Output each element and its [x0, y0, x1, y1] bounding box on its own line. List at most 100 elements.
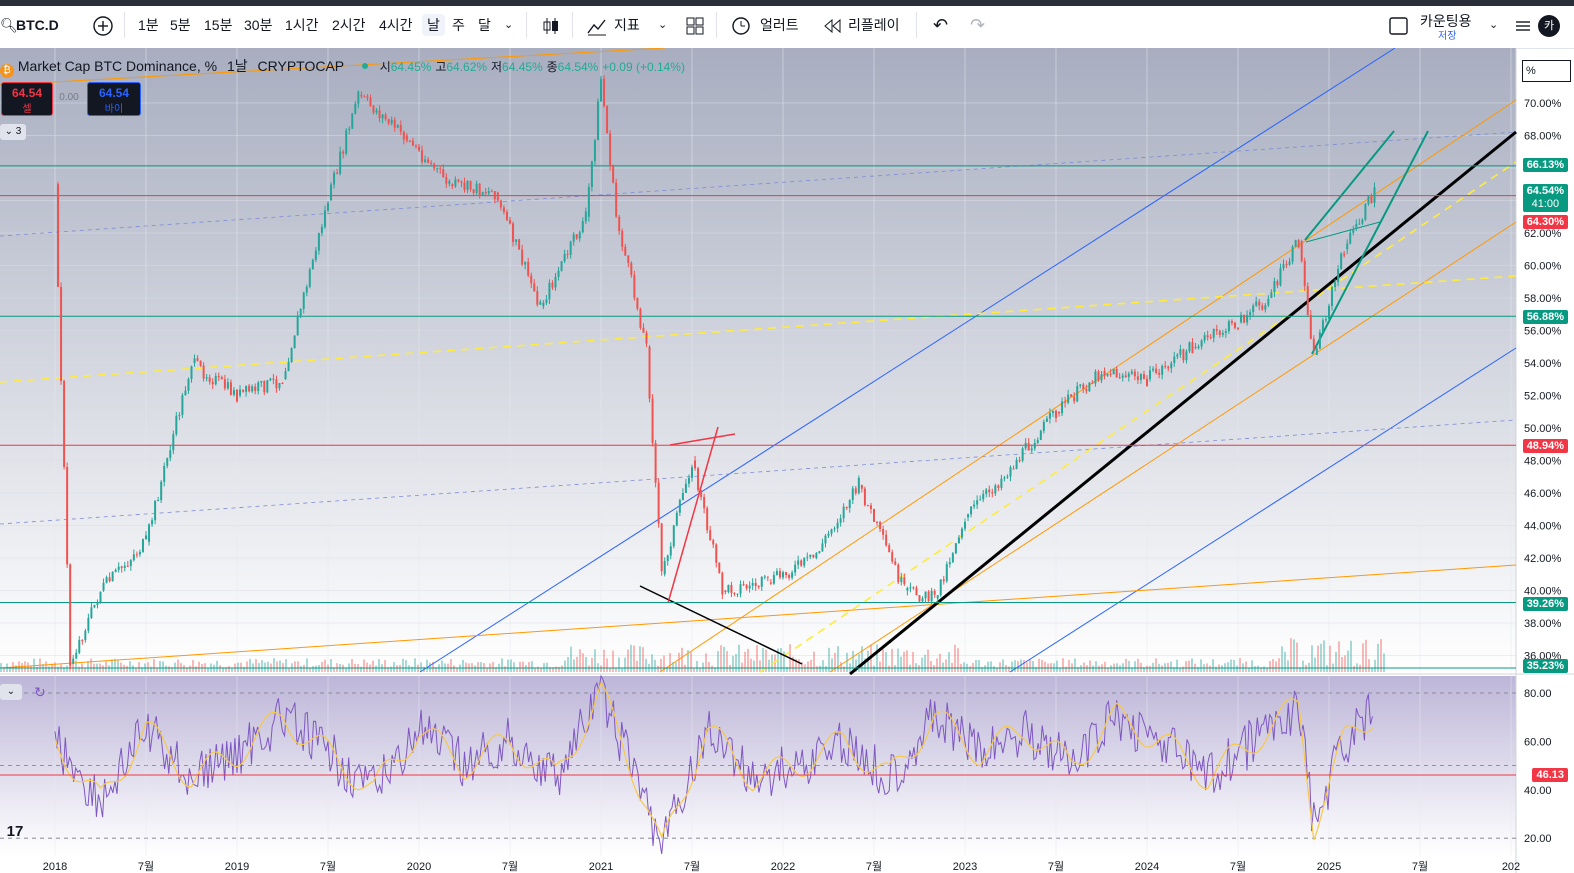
rsi-settings-icon[interactable]: ↻ [32, 684, 48, 700]
interval-4h[interactable]: 4시간 [379, 14, 413, 36]
volume-bar [111, 659, 113, 672]
interval-week[interactable]: 주 [452, 14, 465, 36]
compare-add-icon[interactable] [92, 15, 114, 37]
candle-body [518, 239, 521, 250]
candle-body [624, 246, 627, 256]
candle-body [827, 533, 830, 536]
volume-bar [675, 662, 677, 672]
volume-bar [441, 660, 443, 672]
volume-bar [1137, 658, 1139, 672]
alert-clock-icon[interactable] [730, 15, 752, 37]
candle-body [645, 332, 648, 344]
interval-30m[interactable]: 30분 [244, 14, 272, 36]
volume-bar [987, 661, 989, 672]
interval-1h[interactable]: 1시간 [285, 14, 319, 36]
candle-body [484, 192, 487, 194]
redo-icon[interactable]: ↷ [970, 14, 985, 36]
interval-month[interactable]: 달 [478, 14, 491, 36]
volume-bar [1092, 665, 1094, 672]
volume-bar [183, 665, 185, 672]
rsi-tick-label: 40.00 [1524, 785, 1552, 797]
volume-bar [264, 662, 266, 672]
bitcoin-logo-icon: ₿ [0, 64, 14, 78]
candle-body [596, 101, 599, 141]
volume-bar [1119, 665, 1121, 672]
volume-bar [1188, 660, 1190, 672]
candle-body [1364, 203, 1367, 220]
replay-button[interactable]: 리플레이 [848, 14, 900, 36]
volume-bar [1338, 641, 1340, 672]
volume-bar [1209, 665, 1211, 672]
layouts-grid-icon[interactable] [684, 15, 706, 37]
volume-bar [708, 661, 710, 672]
layout-checkbox-icon[interactable] [1388, 15, 1410, 37]
volume-bar [300, 665, 302, 672]
volume-bar [306, 658, 308, 672]
interval-15m[interactable]: 15분 [204, 14, 232, 36]
interval-2h[interactable]: 2시간 [332, 14, 366, 36]
volume-bar [600, 665, 602, 672]
candle-body [967, 514, 970, 518]
candle-body [1334, 282, 1337, 288]
candle-body [1097, 371, 1100, 381]
candle-body [135, 554, 138, 556]
candle-body [1318, 332, 1321, 349]
candle-body [1021, 448, 1024, 461]
indicators-button[interactable]: 지표 [614, 14, 640, 36]
indicators-chevron-down-icon[interactable]: ⌄ [658, 14, 667, 36]
candle-body [1130, 371, 1133, 374]
candle-body [205, 377, 208, 379]
candle-body [1209, 337, 1212, 339]
volume-bar [465, 662, 467, 672]
interval-5m[interactable]: 5분 [170, 14, 191, 36]
sell-button[interactable]: 64.54 셀 [1, 82, 53, 116]
time-tick-label: 7월 [1230, 860, 1246, 873]
candle-body [536, 291, 539, 305]
interval-1m[interactable]: 1분 [138, 14, 159, 36]
candle-type-icon[interactable] [540, 15, 562, 37]
candle-body [1294, 240, 1297, 247]
indicators-collapse-toggle[interactable]: ⌄ 3 [0, 124, 26, 140]
volume-bar [822, 660, 824, 672]
candle-body [1279, 268, 1282, 286]
price-axis-ticks: 36.00%38.00%40.00%42.00%44.00%46.00%48.0… [1524, 98, 1562, 663]
time-tick-label: 2020 [407, 861, 431, 873]
level-label-green-2: 56.88% [1522, 310, 1568, 324]
legend-title[interactable]: Market Cap BTC Dominance, % [18, 58, 217, 74]
undo-icon[interactable]: ↶ [933, 14, 948, 36]
bar-countdown: 41:00 [1531, 198, 1560, 210]
price-unit-label[interactable]: % [1522, 60, 1571, 82]
replay-rewind-icon[interactable] [822, 15, 844, 37]
chart-canvas[interactable]: 36.00%38.00%40.00%42.00%44.00%46.00%48.0… [0, 48, 1574, 873]
rsi-collapse-toggle[interactable]: ⌄ [0, 684, 22, 700]
interval-chevron-down-icon[interactable]: ⌄ [504, 14, 513, 36]
layout-chevron-down-icon[interactable]: ⌄ [1489, 14, 1498, 36]
candle-body [1243, 314, 1246, 323]
volume-bar [750, 658, 752, 672]
volume-bar [1167, 662, 1169, 672]
alert-button[interactable]: 얼러트 [760, 14, 799, 36]
interval-day[interactable]: 날 [422, 14, 445, 36]
candle-body [1276, 281, 1279, 286]
candle-body [809, 554, 812, 557]
candle-body [700, 490, 703, 497]
candle-body [839, 518, 842, 523]
volume-bar [591, 657, 593, 672]
toolbar-divider [716, 12, 717, 38]
volume-bar [324, 659, 326, 672]
volume-bar [858, 654, 860, 672]
buy-button[interactable]: 64.54 바이 [87, 82, 141, 116]
menu-lines-icon[interactable] [1512, 15, 1534, 37]
user-avatar[interactable]: 카 [1538, 15, 1560, 37]
indicators-icon[interactable] [586, 15, 608, 37]
price-tick-label: 42.00% [1524, 553, 1562, 565]
candle-body [408, 140, 411, 142]
candle-body [126, 565, 129, 567]
candle-body [894, 561, 897, 565]
candle-body [169, 450, 172, 459]
candle-body [727, 584, 730, 593]
candle-body [584, 211, 587, 222]
volume-bar [1134, 661, 1136, 672]
candle-body [339, 151, 342, 174]
symbol-label[interactable]: BTC.D [16, 14, 59, 36]
